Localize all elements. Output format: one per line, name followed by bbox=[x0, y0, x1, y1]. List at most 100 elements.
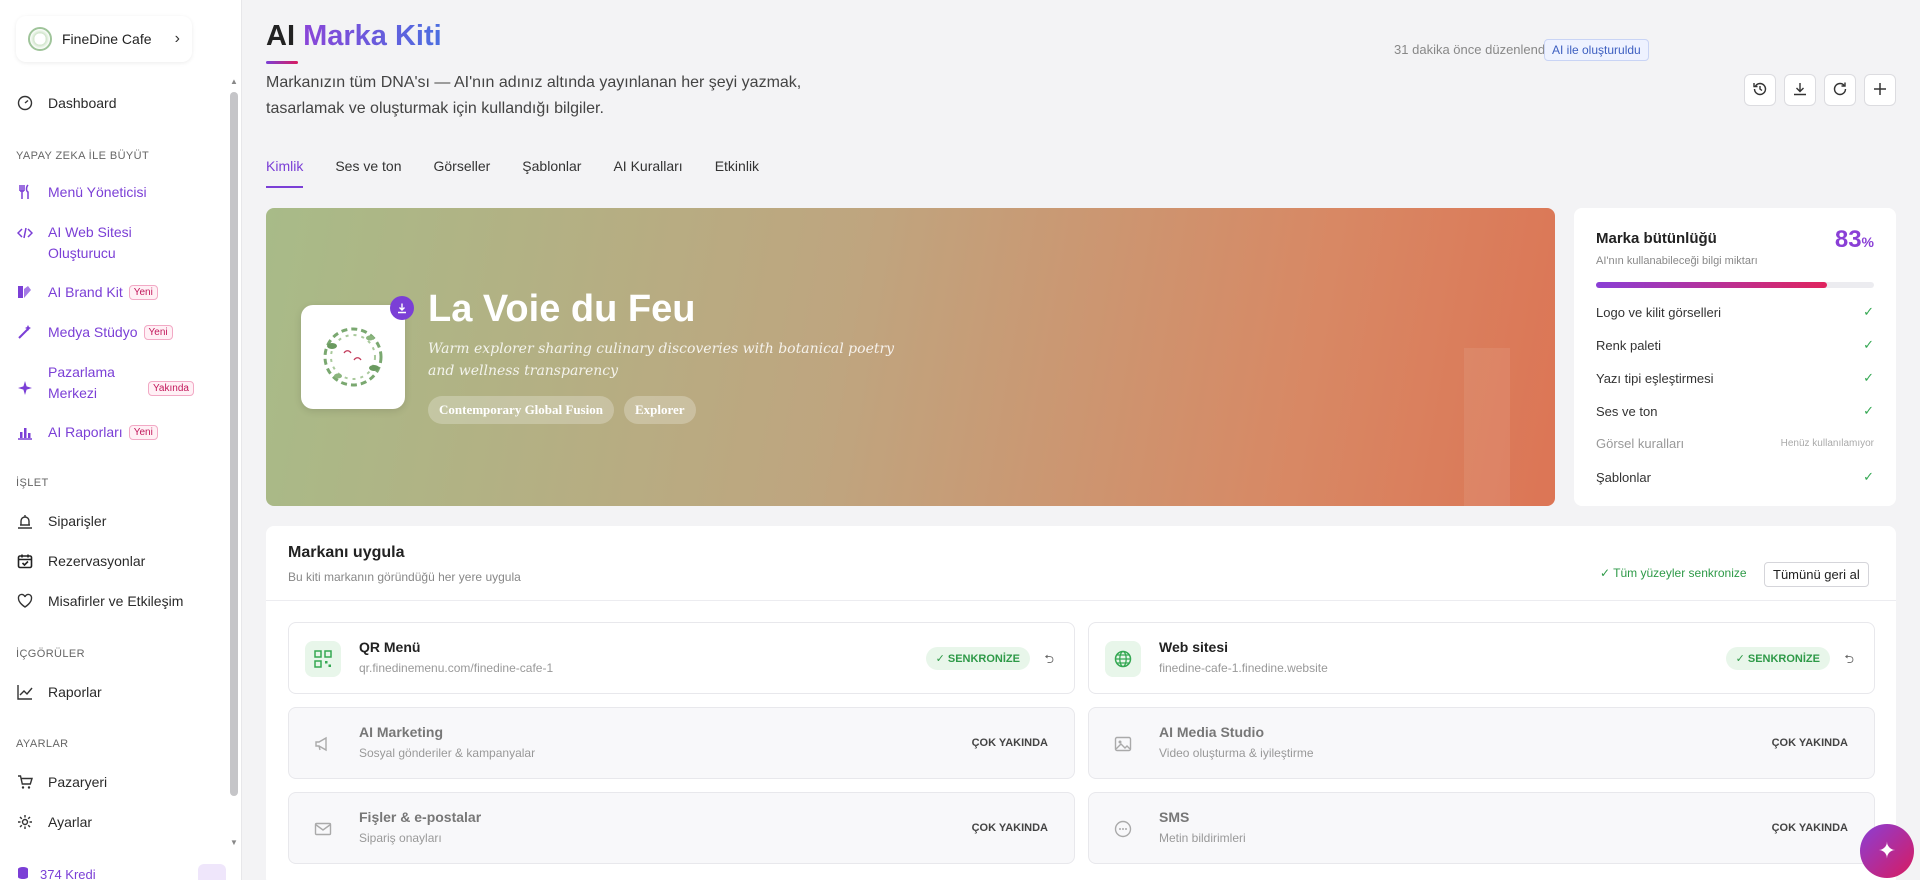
tab-templates[interactable]: Şablonlar bbox=[522, 158, 581, 188]
service-card-ai-marketing: AI Marketing Sosyal gönderiler & kampany… bbox=[288, 707, 1075, 779]
sidebar-item-brand-kit[interactable]: AI Brand Kit Yeni bbox=[16, 283, 158, 301]
sidebar-scrollbar[interactable] bbox=[230, 92, 238, 796]
hero-decoration bbox=[1464, 348, 1510, 506]
code-icon bbox=[16, 224, 34, 242]
service-desc: Sipariş onayları bbox=[359, 831, 442, 845]
apply-brand-panel: Markanı uygula Bu kiti markanın göründüğ… bbox=[266, 526, 1896, 880]
logo-download-button[interactable] bbox=[390, 296, 414, 320]
sync-label: SENKRONİZE bbox=[947, 653, 1020, 665]
globe-icon bbox=[1105, 641, 1141, 677]
ai-assistant-fab[interactable]: ✦ bbox=[1860, 824, 1914, 878]
sidebar-item-marketplace[interactable]: Pazaryeri bbox=[16, 773, 107, 791]
service-url: finedine-cafe-1.finedine.website bbox=[1159, 661, 1328, 675]
sidebar-item-ai-reports[interactable]: AI Raporları Yeni bbox=[16, 423, 158, 441]
coming-soon-label: ÇOK YAKINDA bbox=[1771, 822, 1848, 834]
download-icon bbox=[1792, 81, 1808, 100]
check-icon: ✓ bbox=[1600, 566, 1614, 580]
sidebar-item-guests[interactable]: Misafirler ve Etkileşim bbox=[16, 592, 183, 610]
service-name: Web sitesi bbox=[1159, 639, 1228, 655]
service-desc: Metin bildirimleri bbox=[1159, 831, 1246, 845]
sidebar-item-settings[interactable]: Ayarlar bbox=[16, 813, 92, 831]
title-accent: Marka Kiti bbox=[303, 20, 442, 52]
integrity-row: Logo ve kilit görselleri ✓ bbox=[1596, 304, 1874, 320]
section-label-grow: YAPAY ZEKA İLE BÜYÜT bbox=[16, 150, 150, 162]
integrity-row-label: Logo ve kilit görselleri bbox=[1596, 304, 1722, 320]
integrity-row-label: Ses ve ton bbox=[1596, 403, 1658, 419]
sidebar-item-orders[interactable]: Siparişler bbox=[16, 512, 106, 530]
heart-icon bbox=[16, 592, 34, 610]
page-subtitle: Markanızın tüm DNA'sı — AI'nın adınız al… bbox=[266, 74, 802, 117]
coming-soon-label: ÇOK YAKINDA bbox=[1771, 737, 1848, 749]
check-icon: ✓ bbox=[1863, 403, 1874, 418]
sidebar-item-dashboard[interactable]: Dashboard bbox=[16, 94, 117, 112]
service-card-sms: SMS Metin bildirimleri ÇOK YAKINDA bbox=[1088, 792, 1875, 864]
sync-badge: ✓ SENKRONİZE bbox=[925, 647, 1030, 670]
tab-ai-rules[interactable]: AI Kuralları bbox=[613, 158, 682, 188]
check-icon: ✓ bbox=[935, 653, 948, 665]
last-edited-text: 31 dakika önce düzenlendi bbox=[1394, 42, 1548, 57]
history-button[interactable] bbox=[1744, 74, 1776, 106]
service-card-website[interactable]: Web sitesi finedine-cafe-1.finedine.webs… bbox=[1088, 622, 1875, 694]
score-unit: % bbox=[1861, 234, 1874, 250]
bar-chart-icon bbox=[16, 423, 34, 441]
service-card-qr-menu[interactable]: QR Menü qr.finedinemenu.com/finedine-caf… bbox=[288, 622, 1075, 694]
download-button[interactable] bbox=[1784, 74, 1816, 106]
sidebar-item-label: Medya Stüdyo bbox=[48, 324, 138, 340]
sidebar-item-web-builder[interactable]: AI Web Sitesi Oluşturucu bbox=[16, 222, 132, 264]
integrity-title: Marka bütünlüğü bbox=[1596, 230, 1717, 247]
wreath-logo-icon bbox=[323, 327, 383, 387]
sidebar-item-reservations[interactable]: Rezervasyonlar bbox=[16, 552, 145, 570]
eye-button[interactable] bbox=[198, 864, 226, 880]
tab-bar: Kimlik Ses ve ton Görseller Şablonlar AI… bbox=[266, 158, 791, 188]
coming-soon-label: ÇOK YAKINDA bbox=[971, 822, 1048, 834]
database-icon bbox=[16, 866, 30, 880]
chat-bubble-icon bbox=[1105, 811, 1141, 847]
scroll-up-arrow[interactable]: ▲ bbox=[229, 77, 239, 86]
palette-icon bbox=[16, 283, 34, 301]
sidebar-item-reports[interactable]: Raporlar bbox=[16, 683, 102, 701]
integrity-row: Renk paleti ✓ bbox=[1596, 337, 1874, 353]
sidebar-item-media-studio[interactable]: Medya Stüdyo Yeni bbox=[16, 323, 173, 341]
tab-visuals[interactable]: Görseller bbox=[434, 158, 491, 188]
download-icon bbox=[398, 303, 406, 314]
coming-soon-label: ÇOK YAKINDA bbox=[971, 737, 1048, 749]
sidebar-item-menu-manager[interactable]: Menü Yöneticisi bbox=[16, 183, 147, 201]
line-chart-icon bbox=[16, 683, 34, 701]
tab-identity[interactable]: Kimlik bbox=[266, 158, 304, 188]
refresh-button[interactable] bbox=[1824, 74, 1856, 106]
integrity-row-label: Yazı tipi eşleştirmesi bbox=[1596, 370, 1714, 386]
magic-wand-icon bbox=[16, 323, 34, 341]
scroll-down-arrow[interactable]: ▼ bbox=[229, 838, 239, 847]
credits-indicator[interactable]: 374 Kredi bbox=[16, 866, 96, 880]
brand-name: La Voie du Feu bbox=[428, 288, 696, 330]
tab-voice-tone[interactable]: Ses ve ton bbox=[335, 158, 401, 188]
unlink-icon[interactable]: ⮌ bbox=[1044, 650, 1054, 671]
megaphone-icon bbox=[305, 726, 341, 762]
sidebar-item-marketing[interactable]: Pazarlama Merkezi Yakında bbox=[16, 362, 194, 404]
brand-integrity-card: Marka bütünlüğü AI'nın kullanabileceği b… bbox=[1574, 208, 1896, 506]
gauge-icon bbox=[16, 94, 34, 112]
service-desc: Video oluşturma & iyileştirme bbox=[1159, 746, 1314, 760]
integrity-row-label: Görsel kuralları bbox=[1596, 436, 1685, 451]
sidebar-item-label: AI Web Sitesi bbox=[48, 224, 132, 240]
apply-subtitle: Bu kiti markanın göründüğü her yere uygu… bbox=[288, 570, 521, 584]
check-icon: ✓ bbox=[1863, 370, 1874, 385]
integrity-row-note: Henüz kullanılamıyor bbox=[1780, 438, 1874, 449]
sidebar-item-label: Siparişler bbox=[48, 513, 107, 529]
check-icon: ✓ bbox=[1863, 469, 1874, 484]
revert-all-button[interactable]: Tümünü geri al bbox=[1764, 562, 1869, 587]
add-button[interactable] bbox=[1864, 74, 1896, 106]
integrity-row-label: Şablonlar bbox=[1596, 469, 1651, 485]
brand-logo[interactable] bbox=[301, 305, 405, 409]
tab-activity[interactable]: Etkinlik bbox=[715, 158, 759, 188]
service-card-receipts-emails: Fişler & e-postalar Sipariş onayları ÇOK… bbox=[288, 792, 1075, 864]
sparkle-icon: ✦ bbox=[1877, 838, 1897, 863]
unlink-icon[interactable]: ⮌ bbox=[1844, 650, 1854, 671]
title-plain: AI bbox=[266, 20, 295, 52]
qr-code-icon bbox=[305, 641, 341, 677]
venue-switcher[interactable]: FineDine Cafe › bbox=[16, 16, 192, 62]
divider bbox=[266, 600, 1896, 601]
service-url: qr.finedinemenu.com/finedine-cafe-1 bbox=[359, 661, 554, 675]
title-underline bbox=[266, 61, 298, 64]
sidebar-item-label: Oluşturucu bbox=[48, 245, 116, 261]
